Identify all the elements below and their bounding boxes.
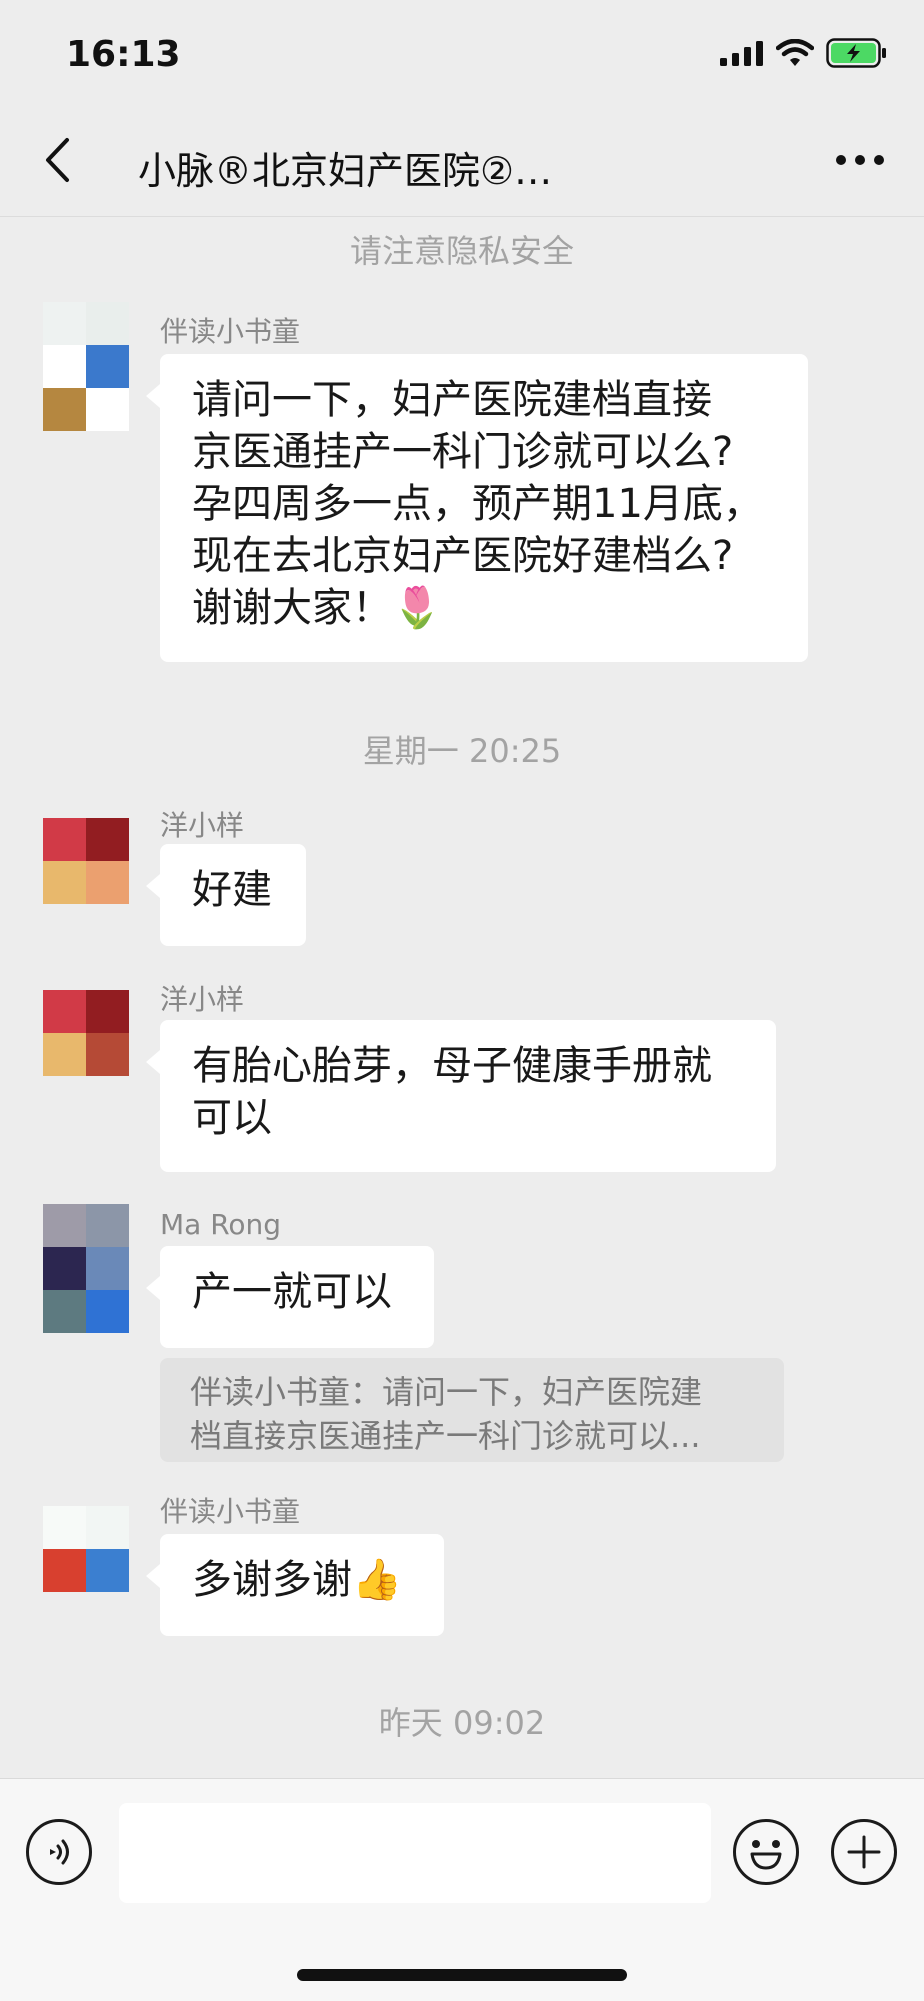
sender-name: 伴读小书童 bbox=[160, 315, 301, 348]
avatar[interactable] bbox=[43, 1204, 129, 1333]
message-bubble[interactable]: 多谢多谢👍 bbox=[146, 1534, 444, 1636]
plus-icon bbox=[847, 1835, 881, 1869]
message-bubble[interactable]: 有胎心胎芽，母子健康手册就 可以 bbox=[146, 1020, 776, 1172]
sender-name: Ma Rong bbox=[160, 1208, 282, 1241]
emoji-button[interactable] bbox=[733, 1819, 799, 1885]
status-bar: 16:13 bbox=[0, 0, 924, 110]
sender-name: 洋小样 bbox=[160, 983, 245, 1016]
message-text: 好建 bbox=[192, 867, 272, 913]
quote-line: 伴读小书童：请问一下，妇产医院建 bbox=[190, 1373, 703, 1411]
message-line: 谢谢大家！🌷 bbox=[192, 585, 442, 631]
battery-charging-icon bbox=[826, 38, 886, 68]
avatar[interactable] bbox=[43, 818, 129, 904]
quoted-reply[interactable]: 伴读小书童：请问一下，妇产医院建 档直接京医通挂产一科门诊就可以... bbox=[160, 1358, 784, 1462]
input-bar bbox=[0, 1778, 924, 2001]
home-indicator bbox=[297, 1969, 627, 1981]
timestamp: 昨天 09:02 bbox=[378, 1704, 546, 1742]
message-line: 可以 bbox=[192, 1095, 272, 1141]
privacy-notice: 请注意隐私安全 bbox=[349, 232, 574, 270]
emoji-icon bbox=[750, 1840, 782, 1870]
sender-name: 伴读小书童 bbox=[160, 1495, 301, 1528]
message-bubble[interactable]: 好建 bbox=[146, 844, 306, 946]
message-line: 京医通挂产一科门诊就可以么? bbox=[192, 429, 734, 475]
avatar[interactable] bbox=[43, 302, 129, 431]
quote-line: 档直接京医通挂产一科门诊就可以... bbox=[190, 1417, 701, 1455]
status-time: 16:13 bbox=[66, 34, 181, 75]
message-bubble[interactable]: 产一就可以 bbox=[146, 1246, 434, 1348]
plus-button[interactable] bbox=[831, 1819, 897, 1885]
voice-icon bbox=[50, 1839, 69, 1865]
chevron-left-icon bbox=[46, 138, 69, 182]
timestamp: 星期一 20:25 bbox=[362, 732, 562, 770]
message-text: 产一就可以 bbox=[192, 1269, 392, 1315]
more-button[interactable] bbox=[824, 130, 896, 190]
nav-bar: 小脉®北京妇产医院②… bbox=[0, 110, 924, 217]
voice-button[interactable] bbox=[26, 1819, 92, 1885]
avatar[interactable] bbox=[43, 990, 129, 1076]
message-input[interactable] bbox=[119, 1803, 711, 1903]
more-dots-icon bbox=[836, 155, 884, 165]
message-bubble[interactable]: 请问一下，妇产医院建档直接 京医通挂产一科门诊就可以么? 孕四周多一点，预产期1… bbox=[146, 354, 808, 662]
chat-title: 小脉®北京妇产医院②… bbox=[138, 149, 553, 193]
signal-icon bbox=[720, 41, 763, 66]
avatar[interactable] bbox=[43, 1506, 129, 1592]
message-line: 有胎心胎芽，母子健康手册就 bbox=[192, 1043, 712, 1089]
message-line: 请问一下，妇产医院建档直接 bbox=[192, 377, 712, 423]
back-button[interactable] bbox=[28, 130, 88, 190]
message-line: 现在去北京妇产医院好建档么? bbox=[192, 533, 734, 579]
message-text: 多谢多谢👍 bbox=[192, 1557, 402, 1603]
wifi-icon bbox=[776, 39, 814, 66]
sender-name: 洋小样 bbox=[160, 809, 245, 842]
status-icons bbox=[720, 38, 888, 68]
message-line: 孕四周多一点，预产期11月底， bbox=[192, 481, 763, 527]
